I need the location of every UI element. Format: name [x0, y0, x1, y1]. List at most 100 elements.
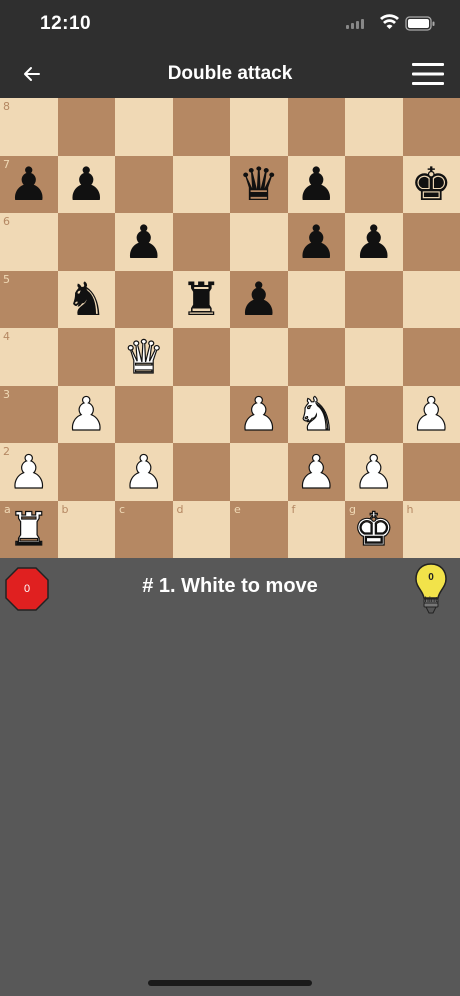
square-h6[interactable] — [402, 213, 460, 271]
square-d6[interactable] — [172, 213, 230, 271]
rank-label: 2 — [3, 445, 10, 458]
square-h7[interactable]: ♚ — [402, 155, 460, 213]
square-h4[interactable] — [402, 328, 460, 386]
wifi-icon — [380, 14, 399, 29]
square-h2[interactable] — [402, 443, 460, 501]
rank-label: 6 — [3, 215, 10, 228]
chess-board: 8 7 ♟ ♟ ♛ ♟ ♚ 6 ♟ ♟ ♟ 5 ♞ ♜ ♟ 4 ♛ 3 ♟ ♟ ♞ ♟ 2 ♟ ♟ ♟ ♟ a ♜ b c d e f g ♚ h — [0, 98, 460, 558]
white-pawn-icon: ♟ — [410, 387, 452, 442]
black-pawn-icon: ♟ — [123, 214, 165, 269]
square-g7[interactable] — [345, 155, 403, 213]
square-c2[interactable]: ♟ — [115, 443, 173, 501]
square-f4[interactable] — [287, 328, 345, 386]
square-c8[interactable] — [115, 98, 173, 156]
square-f1[interactable]: f — [287, 500, 345, 558]
square-a8[interactable]: 8 — [0, 98, 58, 156]
square-g3[interactable] — [345, 385, 403, 443]
square-f8[interactable] — [287, 98, 345, 156]
square-e4[interactable] — [230, 328, 288, 386]
square-d1[interactable]: d — [172, 500, 230, 558]
file-label: c — [119, 502, 126, 516]
info-bar: 0 # 1. White to move 0 hint — [0, 558, 460, 618]
square-c4[interactable]: ♛ — [115, 328, 173, 386]
white-pawn-icon: ♟ — [65, 387, 107, 442]
square-c1[interactable]: c — [115, 500, 173, 558]
hint-count: 0 — [428, 572, 434, 583]
square-b2[interactable] — [57, 443, 115, 501]
square-c3[interactable] — [115, 385, 173, 443]
square-b8[interactable] — [57, 98, 115, 156]
square-d3[interactable] — [172, 385, 230, 443]
square-a4[interactable]: 4 — [0, 328, 58, 386]
rank-label: 8 — [3, 100, 10, 113]
file-label: g — [349, 502, 356, 516]
square-d7[interactable] — [172, 155, 230, 213]
square-c6[interactable]: ♟ — [115, 213, 173, 271]
square-d8[interactable] — [172, 98, 230, 156]
file-label: e — [234, 502, 241, 516]
square-g1[interactable]: g ♚ — [345, 500, 403, 558]
file-label: b — [61, 502, 69, 516]
square-f3[interactable]: ♞ — [287, 385, 345, 443]
black-pawn-icon: ♟ — [8, 157, 50, 212]
square-b4[interactable] — [57, 328, 115, 386]
square-b3[interactable]: ♟ — [57, 385, 115, 443]
square-d4[interactable] — [172, 328, 230, 386]
file-label: f — [291, 502, 296, 516]
square-c7[interactable] — [115, 155, 173, 213]
square-e8[interactable] — [230, 98, 288, 156]
page-title: Double attack — [167, 63, 293, 84]
rank-label: 5 — [3, 272, 10, 286]
square-f6[interactable]: ♟ — [287, 213, 345, 271]
rank-label: 3 — [3, 387, 10, 401]
square-f2[interactable]: ♟ — [287, 443, 345, 501]
square-a1[interactable]: a ♜ — [0, 500, 58, 558]
home-indicator[interactable] — [148, 980, 312, 986]
file-label: a — [4, 502, 11, 516]
lightbulb-icon — [415, 563, 447, 614]
square-a2[interactable]: 2 ♟ — [0, 443, 58, 501]
square-e7[interactable]: ♛ — [230, 155, 288, 213]
square-g2[interactable]: ♟ — [345, 443, 403, 501]
square-d5[interactable]: ♜ — [172, 270, 230, 328]
signal-icon — [346, 19, 364, 29]
square-e6[interactable] — [230, 213, 288, 271]
hint-button[interactable]: 0 hint — [414, 562, 448, 618]
square-a3[interactable]: 3 — [0, 385, 58, 443]
black-pawn-icon: ♟ — [295, 157, 337, 212]
square-b6[interactable] — [57, 213, 115, 271]
square-b1[interactable]: b — [57, 500, 115, 558]
square-h8[interactable] — [402, 98, 460, 156]
square-a7[interactable]: 7 ♟ — [0, 155, 58, 213]
square-e3[interactable]: ♟ — [230, 385, 288, 443]
white-king-icon: ♚ — [353, 502, 395, 557]
file-label: d — [176, 502, 184, 516]
file-label: h — [406, 502, 414, 516]
black-queen-icon: ♛ — [238, 157, 280, 212]
square-g8[interactable] — [345, 98, 403, 156]
rank-label: 7 — [3, 157, 10, 171]
white-queen-icon: ♛ — [123, 329, 165, 384]
square-g4[interactable] — [345, 328, 403, 386]
menu-button[interactable] — [408, 58, 448, 90]
square-b7[interactable]: ♟ — [57, 155, 115, 213]
square-g6[interactable]: ♟ — [345, 213, 403, 271]
square-a6[interactable]: 6 — [0, 213, 58, 271]
square-e5[interactable]: ♟ — [230, 270, 288, 328]
square-d2[interactable] — [172, 443, 230, 501]
square-f7[interactable]: ♟ — [287, 155, 345, 213]
square-h3[interactable]: ♟ — [402, 385, 460, 443]
square-f5[interactable] — [287, 270, 345, 328]
black-knight-icon: ♞ — [65, 272, 107, 327]
square-a5[interactable]: 5 — [0, 270, 58, 328]
square-c5[interactable] — [115, 270, 173, 328]
square-e2[interactable] — [230, 443, 288, 501]
square-g5[interactable] — [345, 270, 403, 328]
square-h1[interactable]: h — [402, 500, 460, 558]
white-pawn-icon: ♟ — [353, 444, 395, 499]
square-e1[interactable]: e — [230, 500, 288, 558]
status-bar: 12:10 — [0, 0, 460, 50]
white-pawn-icon: ♟ — [123, 444, 165, 499]
square-b5[interactable]: ♞ — [57, 270, 115, 328]
square-h5[interactable] — [402, 270, 460, 328]
